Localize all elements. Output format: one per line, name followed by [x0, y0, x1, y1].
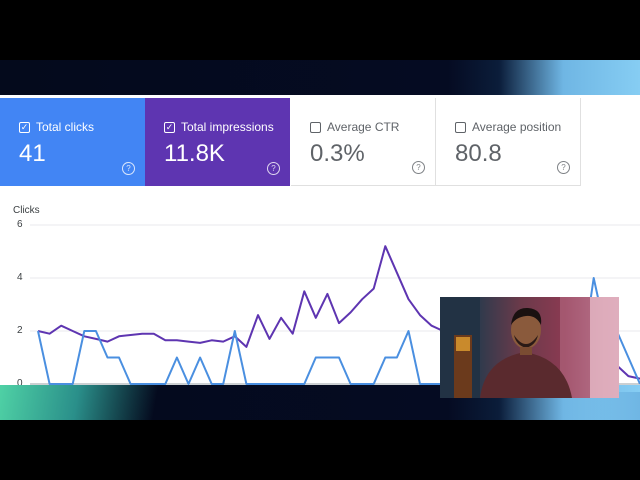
letterbox-top	[0, 0, 640, 60]
webcam-video	[440, 297, 619, 398]
letterbox-bottom	[0, 420, 640, 480]
decorative-glow-left	[0, 385, 170, 420]
presenter-image	[440, 297, 619, 398]
